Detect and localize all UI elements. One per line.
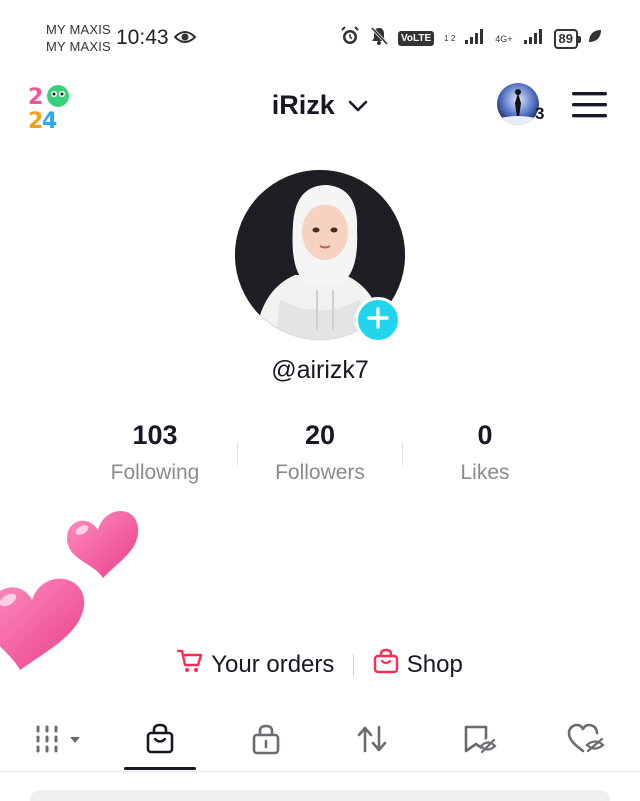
stat-likes[interactable]: 0 Likes [405, 420, 565, 485]
stat-divider [237, 442, 238, 466]
tab-favorites[interactable] [444, 712, 516, 770]
your-orders-link[interactable]: Your orders [177, 649, 334, 680]
chevron-down-icon [348, 89, 368, 120]
your-orders-label: Your orders [211, 650, 335, 678]
battery-indicator: 89 [553, 28, 582, 49]
lock-icon [251, 723, 281, 760]
shortcut-divider [353, 653, 355, 676]
leaf-icon [588, 29, 602, 48]
grid-icon [34, 723, 86, 760]
sim-label: 1 2 [444, 33, 456, 43]
tab-private[interactable] [230, 712, 302, 770]
account-avatar[interactable] [497, 83, 539, 125]
profile-tabs [0, 712, 640, 772]
carrier-labels: MY MAXIS MY MAXIS [46, 21, 111, 55]
account-count: 3 [535, 104, 545, 123]
clock: 10:43 [116, 26, 169, 49]
volte-badge: VoLTE [397, 31, 435, 46]
stat-followers[interactable]: 20 Followers [240, 420, 400, 485]
shop-link[interactable]: Shop [373, 648, 463, 681]
tab-reposts[interactable] [336, 712, 408, 770]
active-tab-indicator [124, 767, 196, 770]
followers-label: Followers [275, 461, 365, 484]
alarm-icon [340, 26, 360, 51]
shopping-bag-icon [373, 648, 399, 681]
followers-count: 20 [304, 420, 336, 450]
add-story-button[interactable] [355, 297, 401, 343]
following-count: 103 [132, 420, 178, 450]
tab-videos[interactable] [20, 712, 100, 770]
status-bar: MY MAXIS MY MAXIS 10:43 VoLTE 1 2 4G+ 89 [0, 0, 640, 70]
carrier-2: MY MAXIS [46, 39, 111, 54]
shopping-bag-icon [145, 723, 175, 760]
mute-bell-icon [370, 26, 389, 51]
repost-icon [355, 723, 389, 760]
profile-stats: 103 Following 20 Followers 0 Likes [0, 420, 640, 500]
bookmark-hidden-icon [462, 723, 498, 760]
tab-liked[interactable] [550, 712, 622, 770]
plus-icon [367, 306, 389, 334]
username-label: iRizk [271, 90, 335, 120]
eye-icon [173, 29, 197, 50]
cart-icon [177, 649, 203, 680]
stat-following[interactable]: 103 Following [75, 420, 235, 485]
signal-icon [465, 28, 485, 49]
tab-shop[interactable] [124, 712, 196, 770]
profile-header: 2 2 4 iRizk 3 [0, 78, 640, 134]
following-label: Following [110, 461, 200, 484]
carrier-1: MY MAXIS [46, 22, 111, 37]
heart-hidden-icon [567, 723, 605, 760]
network-type: 4G+ [495, 33, 513, 44]
profile-handle: @airizk7 [271, 356, 369, 384]
likes-count: 0 [477, 420, 493, 450]
shop-label: Shop [406, 650, 463, 678]
profile-avatar-area [235, 170, 405, 343]
content-placeholder [30, 790, 610, 801]
stat-divider [402, 442, 403, 466]
shortcut-row: Your orders Shop [0, 648, 640, 681]
likes-label: Likes [460, 461, 510, 484]
menu-icon[interactable] [572, 91, 608, 124]
signal-icon-2 [523, 28, 544, 49]
